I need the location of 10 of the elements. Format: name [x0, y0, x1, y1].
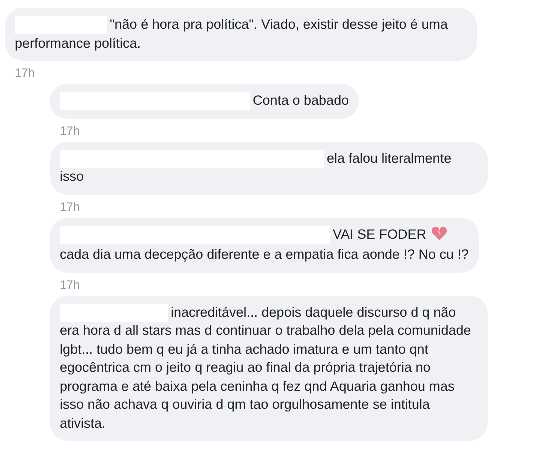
comment-time[interactable]: 17h	[15, 66, 36, 80]
comment-text: ela falou literalmente isso	[60, 150, 453, 186]
comment-time[interactable]: 17h	[60, 278, 80, 292]
comment-text: VAI SE FODER	[60, 226, 470, 244]
comment-text: cada dia uma decepção diferente e a empatia fica aonde !? No cu !?	[60, 246, 470, 264]
comment-text: Conta o babado	[60, 92, 350, 110]
comment-text: inacreditável... depois daquele discurso d q não era hora d all stars mas d continuar o trabalho dela pela comunidade lgbt... tudo bem q eu já a tinha achado imatura e um tanto qnt egocêntrica cm o jeito q reagiu ao final da própria trajetória no programa e até baixa pela ceninha q fez qnd Aquaria ganhou mas isso não achava q ouviria d qm tao orgulhosamente se intitula ativista.	[60, 304, 472, 432]
comment-text: "não é hora pra política". Viado, existir desse jeito é uma performance política.	[15, 16, 450, 53]
comment-time[interactable]: 17h	[60, 200, 80, 214]
comment-time[interactable]: 17h	[60, 124, 80, 138]
